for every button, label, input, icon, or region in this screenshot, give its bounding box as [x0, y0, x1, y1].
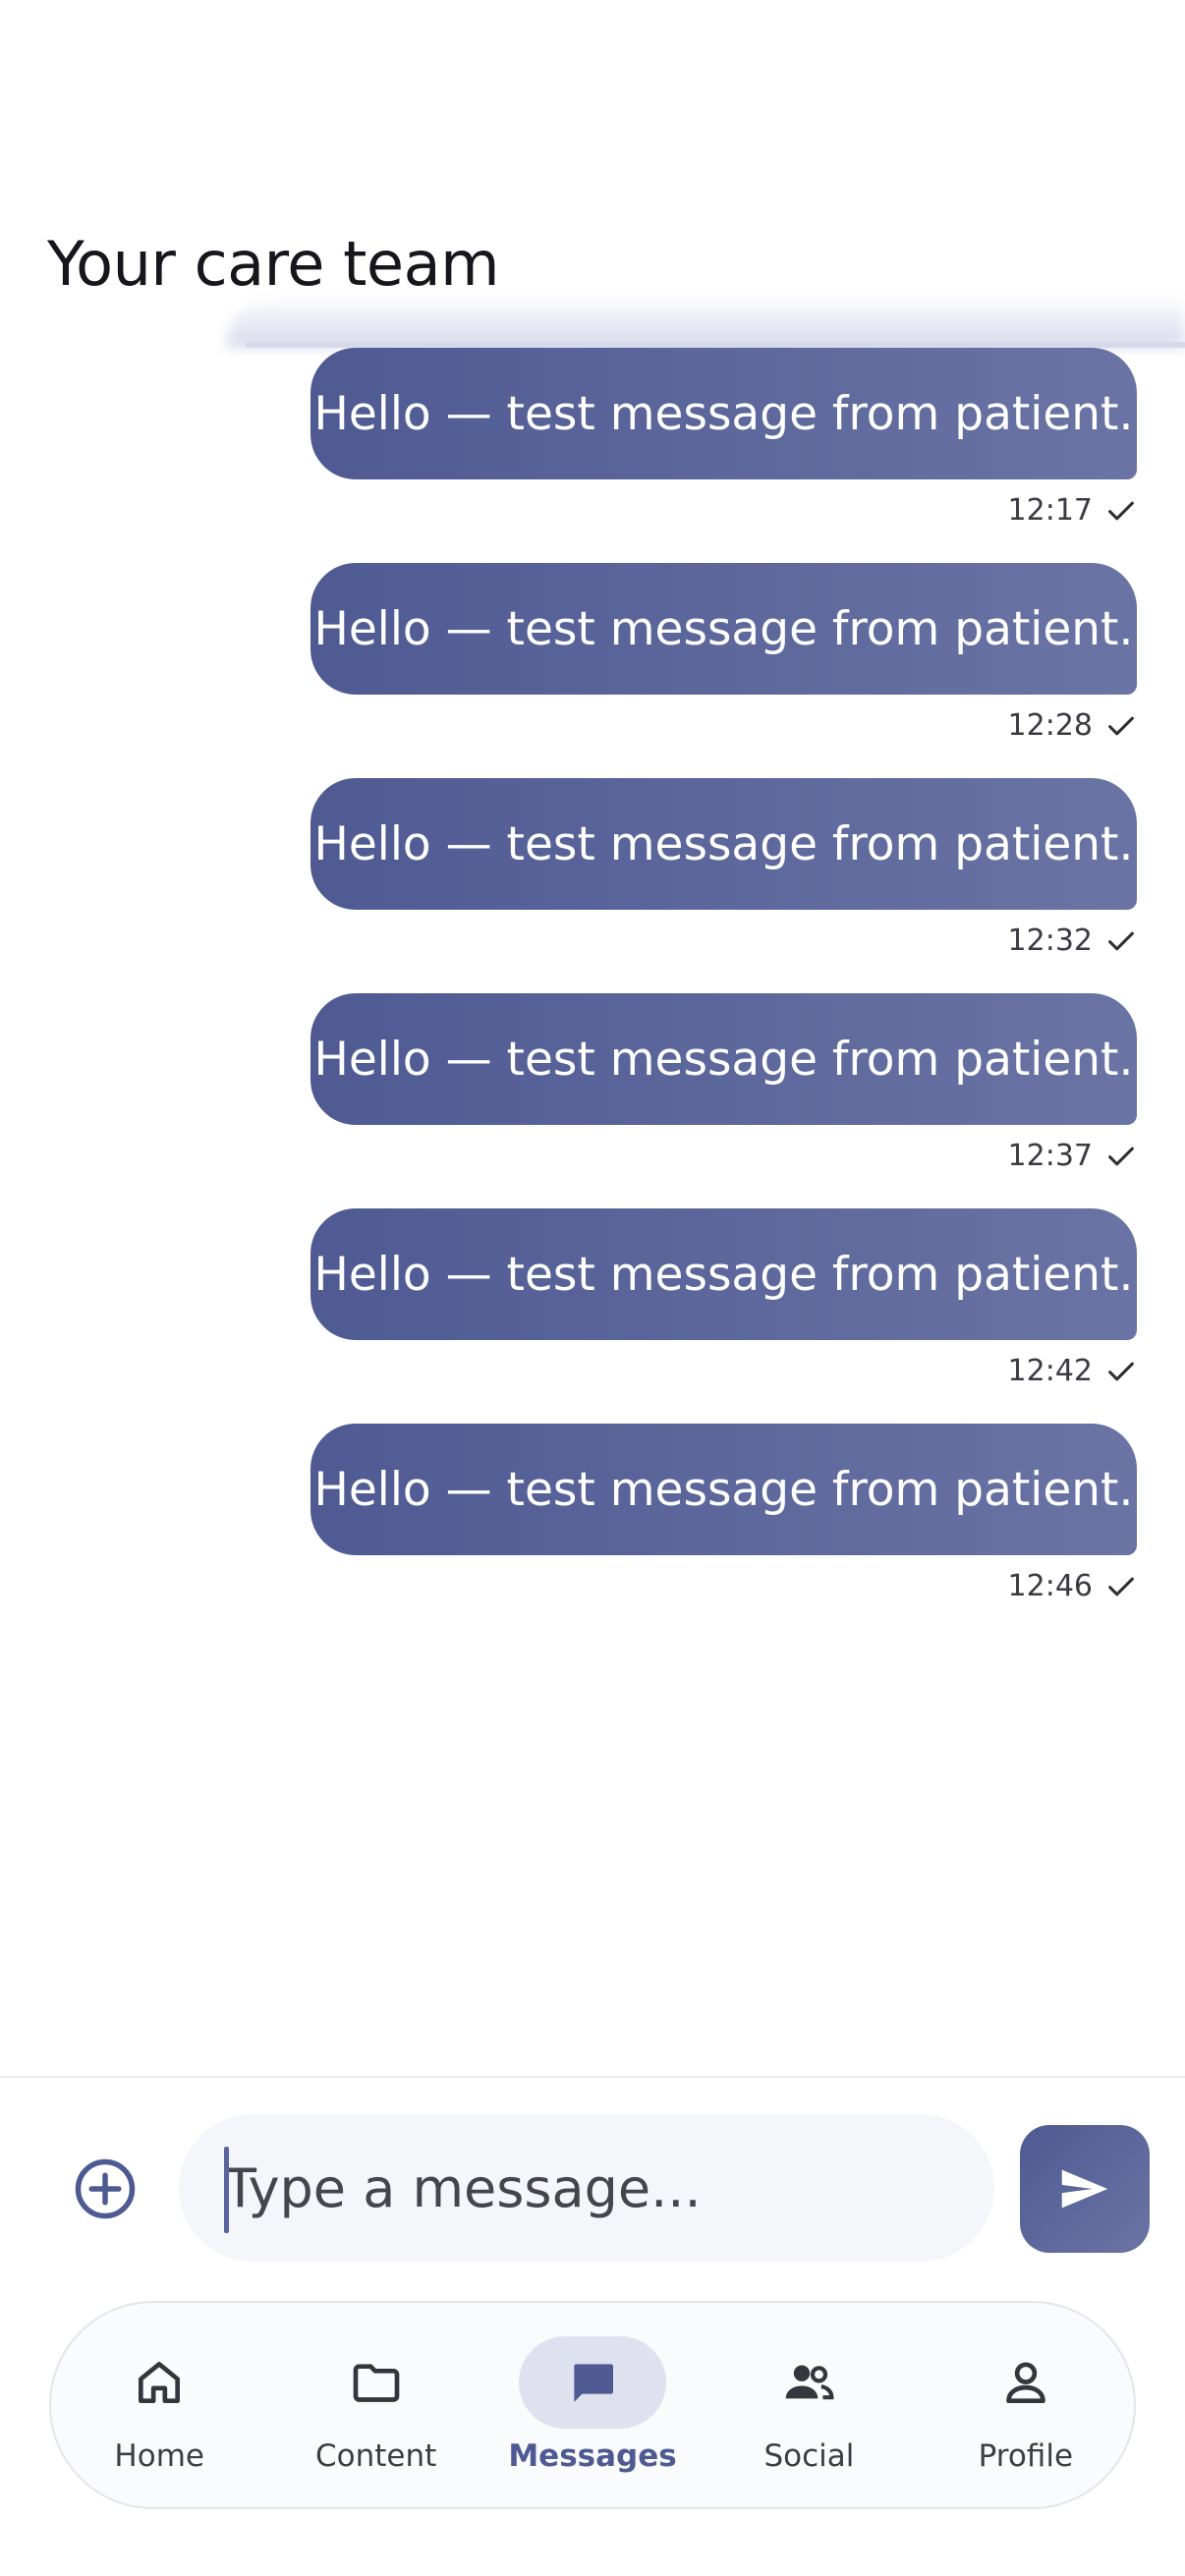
message-input[interactable]: [179, 2114, 994, 2262]
check-icon: [1104, 1355, 1138, 1388]
check-icon: [1104, 1570, 1138, 1603]
message-bubble[interactable]: Hello — test message from patient.: [310, 778, 1137, 910]
message-meta: 12:37: [1008, 1139, 1138, 1173]
message-bubble[interactable]: Hello — test message from patient.: [310, 1208, 1137, 1340]
message-time: 12:32: [1007, 924, 1093, 958]
nav-item-messages[interactable]: Messages: [484, 2303, 701, 2507]
nav-label: Content: [314, 2438, 437, 2474]
message-meta: 12:46: [1008, 1569, 1138, 1603]
message-bubble[interactable]: Hello — test message from patient.: [310, 993, 1137, 1125]
message-bubble[interactable]: Hello — test message from patient.: [310, 1424, 1137, 1555]
message-time: 12:42: [1007, 1354, 1093, 1388]
nav-label: Profile: [978, 2438, 1074, 2474]
chat-icon: [519, 2336, 667, 2429]
nav-label: Home: [114, 2438, 204, 2474]
person-icon: [952, 2336, 1100, 2429]
message-meta: 12:32: [1008, 924, 1138, 958]
check-icon: [1104, 1140, 1138, 1173]
text-caret: [224, 2147, 229, 2233]
message-time: 12:17: [1007, 493, 1093, 528]
page-title: Your care team: [47, 228, 499, 300]
attach-button[interactable]: [71, 2155, 140, 2223]
nav-item-profile[interactable]: Profile: [918, 2303, 1134, 2507]
people-icon: [735, 2336, 882, 2429]
home-icon: [85, 2336, 233, 2429]
composer-divider: [0, 2076, 1185, 2078]
nav-item-social[interactable]: Social: [701, 2303, 917, 2507]
send-button[interactable]: [1020, 2125, 1150, 2253]
messages-screen: Your care team Hello — test message from…: [0, 0, 1185, 2576]
plus-circle-icon: [75, 2158, 136, 2219]
check-icon: [1104, 494, 1138, 528]
check-icon: [1104, 924, 1138, 958]
folder-icon: [303, 2336, 450, 2429]
message-time: 12:28: [1007, 708, 1093, 743]
nav-item-content[interactable]: Content: [267, 2303, 483, 2507]
send-icon: [1061, 2169, 1108, 2209]
message-time: 12:37: [1007, 1139, 1093, 1173]
check-icon: [1104, 709, 1138, 743]
message-meta: 12:17: [1008, 493, 1138, 528]
bottom-nav: Home Content Messages Social Profile: [49, 2301, 1136, 2509]
message-bubble[interactable]: Hello — test message from patient.: [310, 563, 1137, 695]
nav-label: Social: [763, 2438, 855, 2474]
nav-label: Messages: [508, 2438, 677, 2474]
message-meta: 12:28: [1008, 708, 1138, 743]
message-time: 12:46: [1007, 1569, 1093, 1603]
message-bubble[interactable]: Hello — test message from patient.: [310, 348, 1137, 479]
nav-item-home[interactable]: Home: [51, 2303, 267, 2507]
message-meta: 12:42: [1008, 1354, 1138, 1388]
header-shadow: [226, 295, 1185, 348]
